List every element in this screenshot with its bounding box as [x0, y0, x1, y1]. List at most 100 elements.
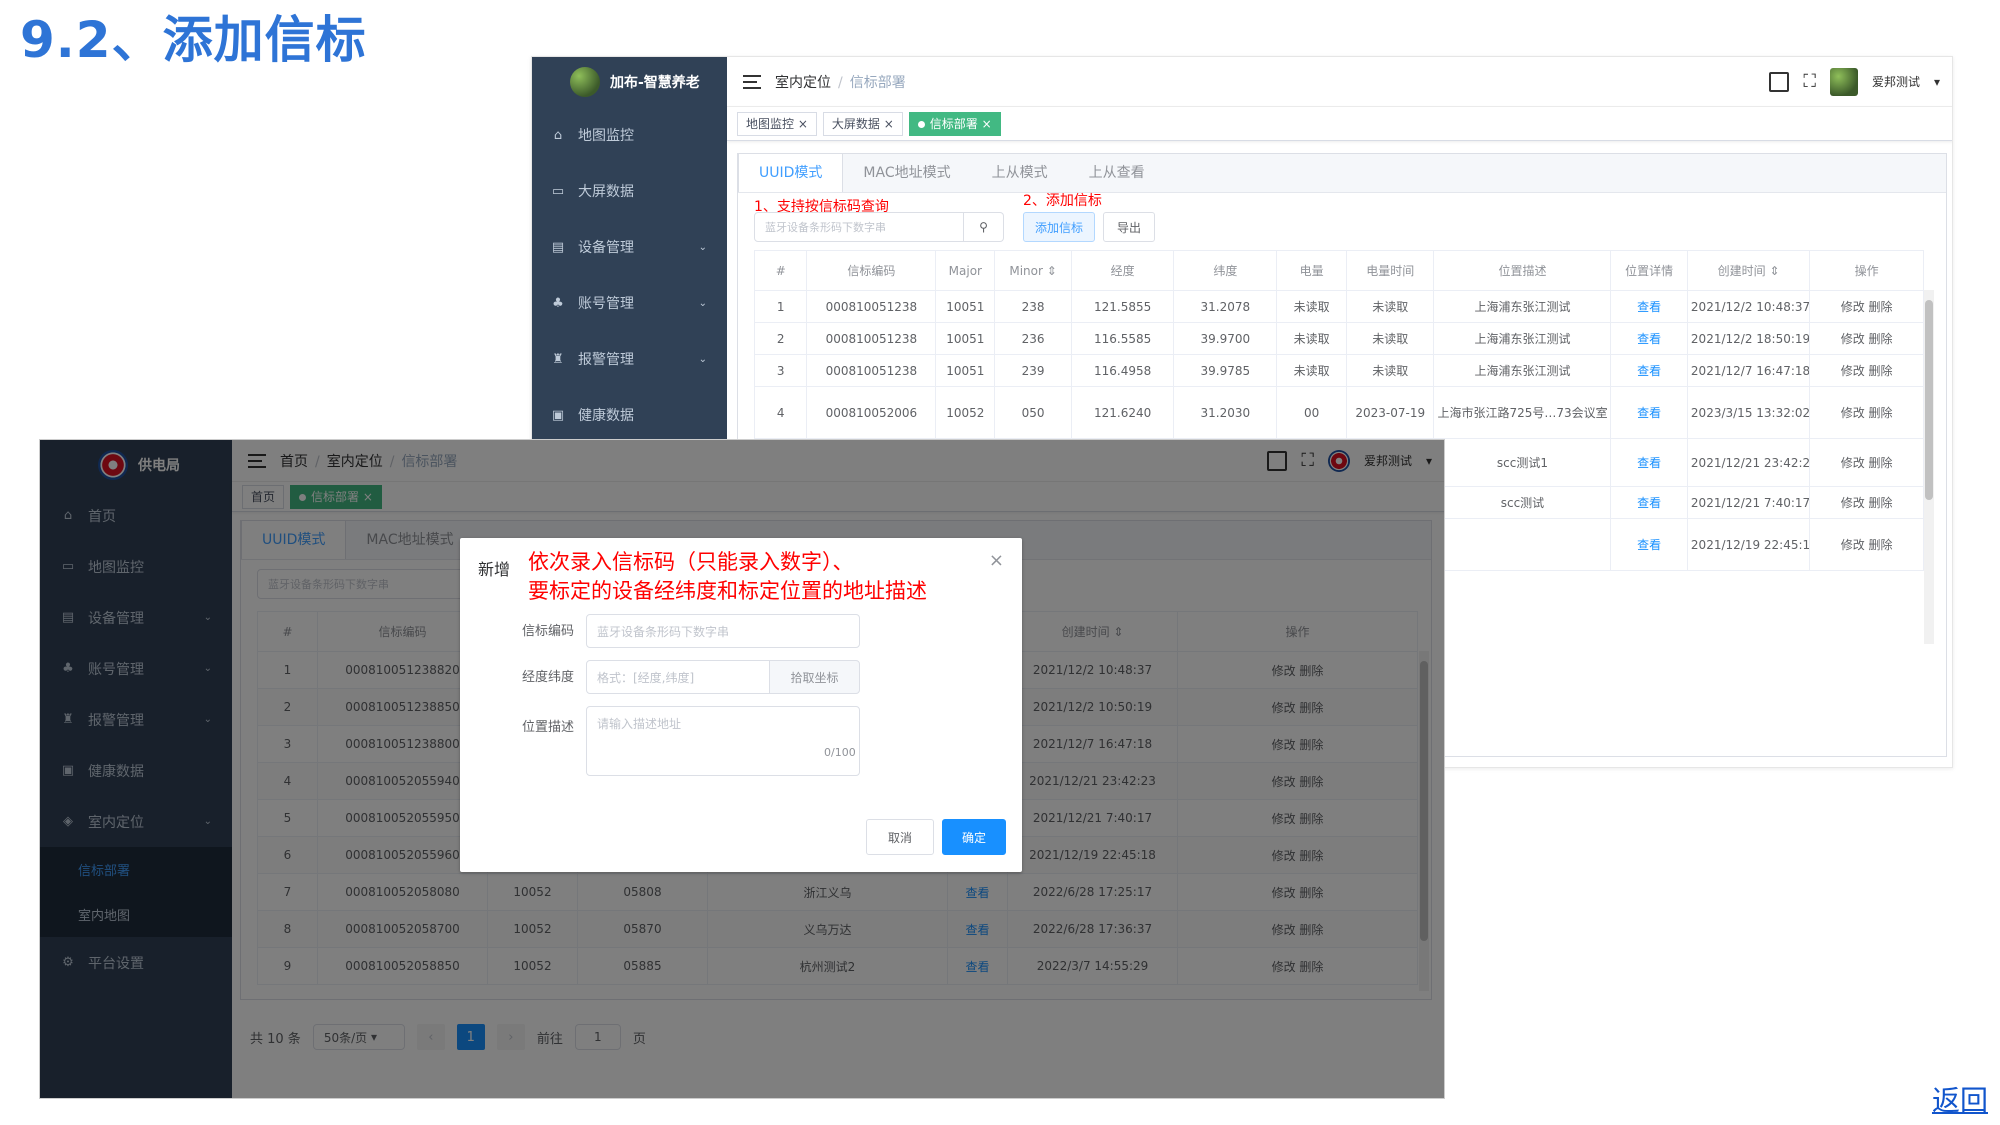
- table-cell: 10051: [935, 322, 996, 355]
- device-icon: ▤: [551, 239, 565, 255]
- table-cell: 121.5855: [1070, 290, 1175, 323]
- table-cell: 2021/12/19 22:45:18: [1686, 518, 1811, 571]
- table-cell: 未读取: [1346, 322, 1435, 355]
- chevron-down-icon: ⌄: [698, 353, 707, 365]
- fullscreen-icon[interactable]: ⛶: [1803, 71, 1816, 92]
- table-row: 2 000810051238 10051 236 116.5585 39.9700 未读取未…: [754, 322, 1924, 355]
- search-icon[interactable]: ⚲: [964, 212, 1004, 242]
- edit-link[interactable]: 修改: [1841, 496, 1865, 510]
- table-scrollbar[interactable]: [1924, 290, 1934, 644]
- beacon-code-input[interactable]: 蓝牙设备条形码下数字串: [586, 614, 860, 648]
- tags-view: 地图监控 × 大屏数据 × 信标部署 ×: [727, 107, 1952, 141]
- table-cell: 31.2078: [1173, 290, 1278, 323]
- add-beacon-button[interactable]: 添加信标: [1023, 212, 1095, 242]
- delete-link[interactable]: 删除: [1869, 538, 1893, 552]
- edit-link[interactable]: 修改: [1841, 538, 1865, 552]
- avatar[interactable]: [1829, 67, 1858, 96]
- column-header: 位置描述: [1433, 250, 1612, 291]
- table-cell: 未读取: [1276, 290, 1348, 323]
- back-brand[interactable]: 加布-智慧养老: [532, 57, 727, 107]
- edit-link[interactable]: 修改: [1841, 364, 1865, 378]
- home-icon: ⌂: [553, 127, 563, 143]
- sidebar-item[interactable]: ▣ 健康数据: [532, 387, 727, 443]
- user-name[interactable]: 爱邦测试: [1872, 73, 1920, 90]
- char-counter: 0/100: [824, 746, 856, 759]
- coordinate-input[interactable]: 格式：[经度,纬度]: [586, 660, 770, 694]
- column-header: Major: [935, 250, 996, 291]
- edit-link[interactable]: 修改: [1841, 332, 1865, 346]
- sidebar-item[interactable]: ♣ 账号管理 ⌄: [532, 275, 727, 331]
- breadcrumb-item[interactable]: 室内定位: [775, 75, 831, 91]
- delete-link[interactable]: 删除: [1869, 496, 1893, 510]
- delete-link[interactable]: 删除: [1869, 332, 1893, 346]
- table-cell: scc测试: [1433, 486, 1612, 519]
- view-location-link[interactable]: 查看: [1637, 332, 1661, 346]
- brand-logo-icon: [570, 67, 600, 97]
- tag-item-active[interactable]: 信标部署 ×: [908, 111, 1001, 136]
- search-input[interactable]: 蓝牙设备条形码下数字串: [754, 212, 964, 242]
- caret-down-icon[interactable]: ▾: [1934, 75, 1940, 89]
- table-cell: 2021/12/7 16:47:18: [1686, 354, 1811, 387]
- table-cell: 2023/3/15 13:32:02: [1686, 386, 1811, 439]
- column-header: 电量时间: [1346, 250, 1435, 291]
- hamburger-icon[interactable]: [743, 74, 761, 89]
- table-cell: 31.2030: [1173, 386, 1278, 439]
- screen-icon: ▭: [551, 183, 565, 199]
- export-button[interactable]: 导出: [1103, 212, 1155, 242]
- tag-item[interactable]: 地图监控 ×: [737, 111, 817, 136]
- view-location-link[interactable]: 查看: [1637, 300, 1661, 314]
- column-header: 电量: [1276, 250, 1348, 291]
- health-icon: ▣: [551, 407, 565, 423]
- view-location-link[interactable]: 查看: [1637, 496, 1661, 510]
- view-location-link[interactable]: 查看: [1637, 456, 1661, 470]
- table-cell: 3: [754, 354, 808, 387]
- table-cell: 000810051238: [806, 354, 937, 387]
- back-navbar: 室内定位 / 信标部署 ⛶ 爱邦测试 ▾: [727, 57, 1952, 107]
- close-icon[interactable]: ×: [989, 550, 1004, 571]
- tab-master-slave-view[interactable]: 上从查看: [1069, 154, 1166, 192]
- sidebar-item[interactable]: ▤ 设备管理 ⌄: [532, 219, 727, 275]
- pick-coordinate-button[interactable]: 拾取坐标: [769, 660, 860, 694]
- table-cell: 未读取: [1346, 290, 1435, 323]
- table-cell: 000810051238: [806, 290, 937, 323]
- table-cell: 未读取: [1276, 322, 1348, 355]
- column-header: 经度: [1070, 250, 1175, 291]
- table-row: 4 000810052006 10052 050 121.6240 31.2030 00 20…: [754, 386, 1924, 439]
- sidebar-item-label: 设备管理: [578, 240, 634, 256]
- sidebar-item-label: 健康数据: [578, 408, 634, 424]
- edit-link[interactable]: 修改: [1841, 456, 1865, 470]
- cancel-button[interactable]: 取消: [866, 819, 934, 855]
- delete-link[interactable]: 删除: [1869, 456, 1893, 470]
- table-cell: 上海市张江路725号…73会议室: [1433, 386, 1612, 439]
- annotation-add: 2、添加信标: [1023, 193, 1102, 209]
- breadcrumb-current: 信标部署: [849, 74, 906, 91]
- confirm-button[interactable]: 确定: [942, 819, 1006, 855]
- size-icon[interactable]: [1769, 71, 1790, 92]
- view-location-link[interactable]: 查看: [1637, 538, 1661, 552]
- navbar-right: ⛶ 爱邦测试 ▾: [1769, 67, 1952, 96]
- location-textarea[interactable]: 请输入描述地址: [586, 706, 860, 776]
- view-location-link[interactable]: 查看: [1637, 364, 1661, 378]
- edit-link[interactable]: 修改: [1841, 300, 1865, 314]
- delete-link[interactable]: 删除: [1869, 406, 1893, 420]
- column-header: #: [754, 250, 808, 291]
- table-cell: 050: [994, 386, 1072, 439]
- tab-mac[interactable]: MAC地址模式: [843, 154, 971, 192]
- table-cell: 10051: [935, 354, 996, 387]
- tab-master-slave[interactable]: 上从模式: [972, 154, 1069, 192]
- back-menu: ⌂ 地图监控 ▭ 大屏数据 ▤ 设备管理 ⌄ ♣ 账号管理 ⌄ ♜ 报警管理 ⌄ ▣ 健康数据: [532, 107, 727, 443]
- edit-link[interactable]: 修改: [1841, 406, 1865, 420]
- tab-uuid[interactable]: UUID模式: [738, 154, 844, 192]
- view-location-link[interactable]: 查看: [1637, 406, 1661, 420]
- sidebar-item[interactable]: ⌂ 地图监控: [532, 107, 727, 163]
- field-location-label: 位置描述: [522, 720, 575, 735]
- delete-link[interactable]: 删除: [1869, 364, 1893, 378]
- table-cell: 上海浦东张江测试: [1433, 290, 1612, 323]
- table-cell: 4: [754, 386, 808, 439]
- sidebar-item[interactable]: ▭ 大屏数据: [532, 163, 727, 219]
- tag-item[interactable]: 大屏数据 ×: [822, 111, 903, 136]
- table-cell: 116.5585: [1070, 322, 1175, 355]
- delete-link[interactable]: 删除: [1869, 300, 1893, 314]
- return-link[interactable]: 返回: [1932, 1079, 1988, 1119]
- sidebar-item[interactable]: ♜ 报警管理 ⌄: [532, 331, 727, 387]
